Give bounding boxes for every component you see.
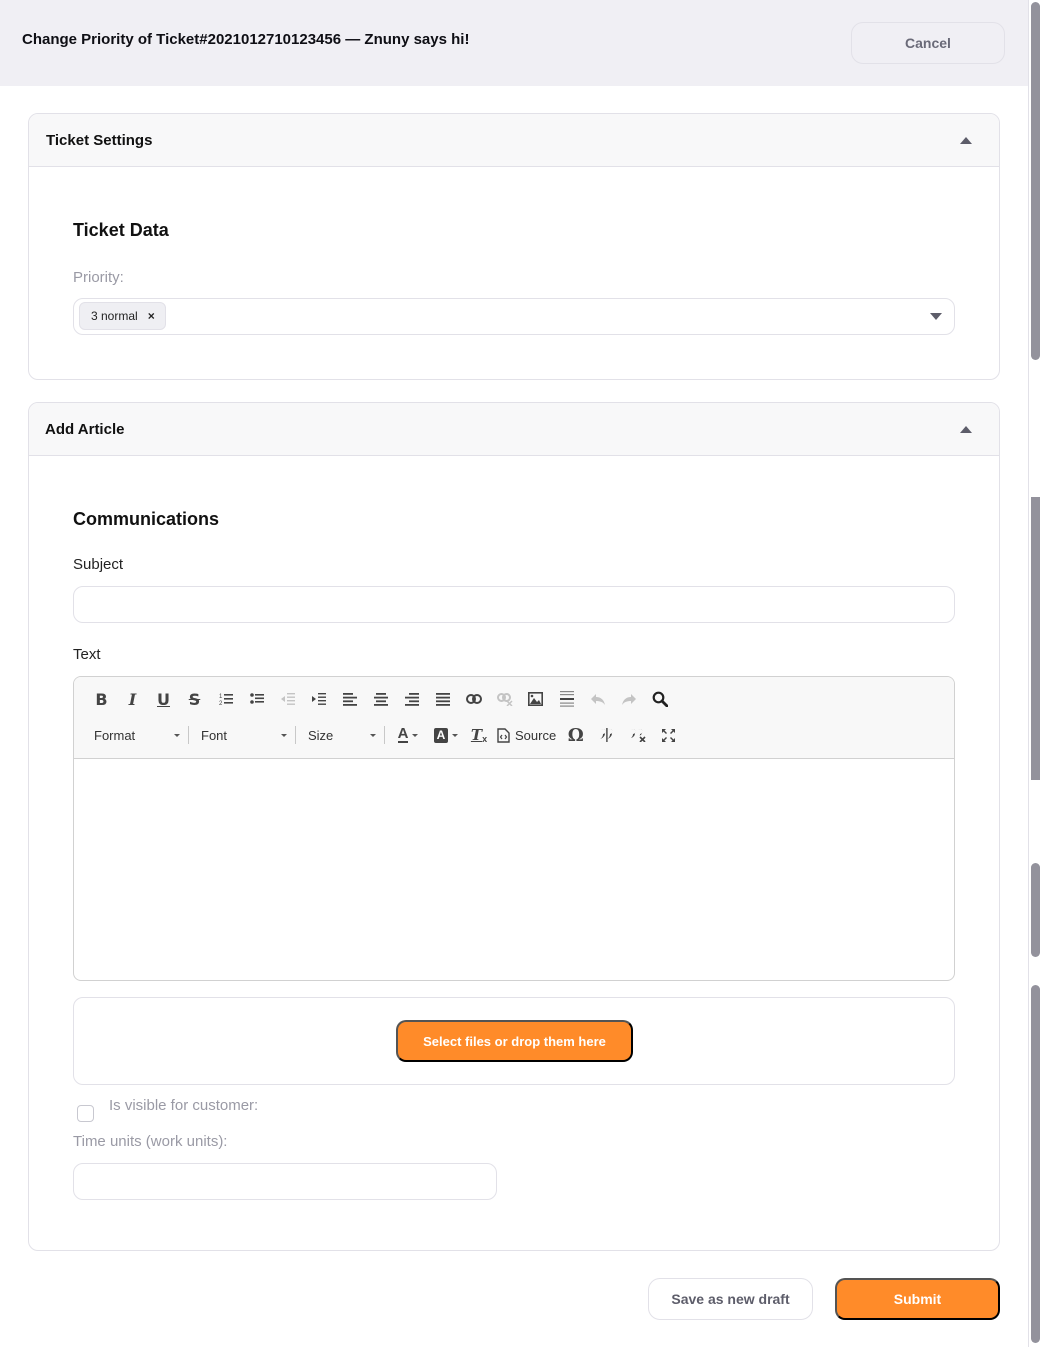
format-dropdown[interactable]: Format (86, 722, 182, 748)
toolbar-row-2: Format Font Size A A T x Source Ω (86, 722, 684, 748)
chevron-down-icon (452, 733, 459, 737)
ticket-settings-panel: Ticket Settings Ticket Data Priority: 3 … (28, 113, 1000, 380)
dialog-title: Change Priority of Ticket#20210127101234… (22, 31, 470, 48)
remove-blockquote-icon[interactable] (622, 722, 653, 748)
dialog-header: Change Priority of Ticket#20210127101234… (0, 0, 1028, 86)
add-article-header[interactable]: Add Article (29, 403, 999, 456)
editor-toolbar: B I U S 12 Format Font Size A A T x Sour… (74, 677, 954, 759)
save-draft-button[interactable]: Save as new draft (648, 1278, 813, 1320)
numbered-list-icon[interactable]: 12 (210, 686, 241, 712)
ticket-settings-title: Ticket Settings (46, 132, 153, 149)
subject-input[interactable] (73, 586, 955, 623)
scrollbar-thumb[interactable] (1031, 863, 1040, 957)
remove-tag-icon[interactable]: × (148, 309, 155, 323)
toolbar-separator (295, 726, 296, 744)
chevron-down-icon (370, 733, 376, 737)
chevron-down-icon (412, 733, 419, 737)
scrollbar-thumb[interactable] (1031, 2, 1040, 360)
format-dropdown-label: Format (94, 727, 136, 743)
unlink-icon[interactable] (489, 686, 520, 712)
chevron-down-icon (281, 733, 287, 737)
link-icon[interactable] (458, 686, 489, 712)
editor-content-area[interactable] (74, 760, 954, 980)
justify-icon[interactable] (427, 686, 458, 712)
toolbar-separator (188, 726, 189, 744)
time-units-input[interactable] (73, 1163, 497, 1200)
select-files-button[interactable]: Select files or drop them here (396, 1020, 633, 1062)
svg-text:2: 2 (219, 701, 223, 706)
priority-label: Priority: (73, 269, 124, 286)
bold-icon[interactable]: B (86, 686, 117, 712)
add-article-panel: Add Article Communications Subject Text … (28, 402, 1000, 1251)
scrollbar[interactable] (1028, 0, 1040, 1347)
special-character-icon[interactable]: Ω (560, 722, 591, 748)
add-article-title: Add Article (45, 421, 125, 438)
font-dropdown-label: Font (201, 727, 228, 743)
italic-icon[interactable]: I (117, 686, 148, 712)
priority-tag: 3 normal × (79, 302, 166, 330)
scrollbar-thumb[interactable] (1031, 497, 1040, 780)
align-left-icon[interactable] (334, 686, 365, 712)
find-icon[interactable] (644, 686, 675, 712)
horizontal-line-icon[interactable] (551, 686, 582, 712)
size-dropdown[interactable]: Size (300, 722, 378, 748)
submit-button[interactable]: Submit (835, 1278, 1000, 1320)
text-label: Text (73, 646, 101, 663)
strikethrough-icon[interactable]: S (179, 686, 210, 712)
svg-text:1: 1 (219, 694, 223, 700)
dropdown-caret-icon[interactable] (930, 313, 942, 320)
bulleted-list-icon[interactable] (241, 686, 272, 712)
communications-heading: Communications (73, 509, 220, 529)
underline-icon[interactable]: U (148, 686, 179, 712)
rich-text-editor: B I U S 12 Format Font Size A A T x Sour… (73, 676, 955, 981)
attachment-dropzone[interactable]: Select files or drop them here (73, 997, 955, 1085)
visible-for-customer-label: Is visible for customer: (109, 1097, 259, 1114)
remove-format-icon[interactable]: Tx (465, 722, 493, 748)
toolbar-separator (384, 726, 385, 744)
align-right-icon[interactable] (396, 686, 427, 712)
subject-label: Subject (73, 556, 124, 573)
visible-for-customer-checkbox[interactable] (77, 1105, 94, 1122)
background-color-icon[interactable]: A (427, 722, 465, 748)
redo-icon[interactable] (613, 686, 644, 712)
ticket-settings-header[interactable]: Ticket Settings (29, 114, 999, 167)
ticket-data-heading: Ticket Data (73, 220, 169, 240)
source-icon (497, 727, 510, 743)
toolbar-row-1: B I U S 12 (86, 686, 675, 712)
source-label: Source (515, 727, 557, 743)
collapse-caret-icon[interactable] (960, 137, 972, 144)
collapse-caret-icon[interactable] (960, 426, 972, 433)
priority-select[interactable]: 3 normal × (73, 298, 955, 335)
outdent-icon[interactable] (272, 686, 303, 712)
image-icon[interactable] (520, 686, 551, 712)
maximize-icon[interactable] (653, 722, 684, 748)
undo-icon[interactable] (582, 686, 613, 712)
size-dropdown-label: Size (308, 727, 334, 743)
indent-icon[interactable] (303, 686, 334, 712)
text-color-icon[interactable]: A (389, 722, 427, 748)
cancel-button[interactable]: Cancel (851, 22, 1005, 64)
source-button[interactable]: Source (493, 728, 560, 743)
priority-tag-label: 3 normal (91, 309, 138, 323)
font-dropdown[interactable]: Font (193, 722, 289, 748)
blockquote-icon[interactable] (591, 722, 622, 748)
scrollbar-thumb[interactable] (1031, 985, 1040, 1343)
align-center-icon[interactable] (365, 686, 396, 712)
chevron-down-icon (174, 733, 180, 737)
time-units-label: Time units (work units): (73, 1133, 228, 1150)
